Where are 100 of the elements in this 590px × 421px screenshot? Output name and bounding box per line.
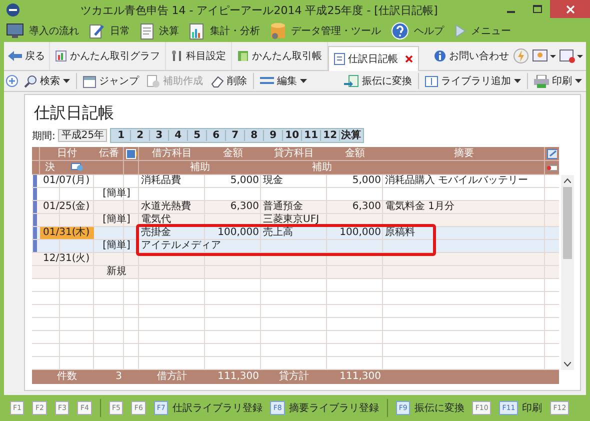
column-header: 補助 [189,161,211,174]
account-cell-text: 売掛金 [140,227,172,239]
scrollbar[interactable] [561,175,574,370]
tools-icon [171,50,183,62]
entry-type-cell-text: [簡単] [102,188,132,200]
toolbar-button[interactable]: 編集 [258,74,309,88]
pen-icon [89,23,105,39]
tab[interactable]: 科目設定 [166,42,232,70]
scroll-down-icon[interactable] [564,362,571,367]
caret-icon [63,79,70,83]
month-button[interactable]: 12 [321,130,340,141]
column-header: 貸方科目 [273,147,315,160]
amount-cell-text: 6,300 [351,201,382,213]
contact-button[interactable]: お問い合わせ [434,49,509,63]
month-button[interactable]: 11 [302,130,322,141]
screen-dropdown-icon[interactable] [532,49,556,63]
scroll-up-icon[interactable] [564,178,571,183]
month-button[interactable]: 1 [112,130,132,141]
document-icon [334,52,345,64]
info-icon [434,50,446,62]
count-label: 件数 [56,370,78,383]
chart-icon [55,50,67,62]
book-icon [237,50,249,62]
page-title: 仕訳日記帳 [34,103,115,124]
month-button[interactable]: 6 [207,130,226,141]
amount-cell-text: 100,000 [216,227,260,239]
credit-total-label: 貸方計 [278,370,310,383]
edit-icon[interactable] [547,148,557,158]
toolbar-button[interactable]: 検索 [22,74,72,88]
card-icon[interactable] [126,148,137,158]
month-button[interactable]: 8 [245,130,264,141]
account-cell-text: 現金 [262,175,284,187]
bar-chart-icon [189,22,205,40]
column-header: 伝番 [98,147,120,160]
month-button[interactable]: 3 [150,130,170,141]
list-icon [260,76,274,86]
closing-button[interactable]: 決算 [340,130,362,141]
month-button[interactable]: 2 [131,130,150,141]
account-cell-text: 消耗品費 [140,175,182,187]
column-header: 決 [44,161,56,174]
close-tab-icon[interactable] [405,54,413,62]
menu-item[interactable]: メニュー [454,24,511,38]
menu-item[interactable]: 決算 [140,22,179,40]
toolbar-button[interactable]: ライブラリ追加 [423,74,523,88]
menu-item[interactable]: 日常 [89,23,130,39]
book-icon [425,74,438,88]
function-key-label: 振伝に変換 [414,402,464,415]
credit-total-value: 111,300 [338,370,382,383]
date-cell-text: 01/25(金) [42,201,91,213]
maximize-icon [532,5,542,13]
month-button[interactable]: 7 [226,130,246,141]
memo-cell-text: 原稿料 [384,227,416,239]
amount-cell-text: 100,000 [338,227,382,239]
window-remove-icon[interactable] [559,49,583,63]
new-entry-cell[interactable]: 新規 [94,266,139,278]
menu-item[interactable]: 導入の流れ [6,23,79,39]
play-icon [454,24,466,38]
column-header: 摘要 [453,147,475,160]
toolbar-button[interactable]: 削除 [209,74,249,88]
year-button[interactable]: 平成25年 [58,129,108,142]
account-cell-text: 売上高 [262,227,294,239]
column-header: 補助 [311,161,333,174]
document-add-icon [147,74,160,88]
back-button[interactable]: 戻る [4,42,50,70]
database-icon [270,22,286,40]
close-icon [566,4,574,14]
comment-icon[interactable] [71,163,83,172]
debit-total-label: 借方計 [156,370,188,383]
scroll-thumb[interactable] [563,187,572,259]
printer-icon [534,74,549,88]
month-button[interactable]: 9 [264,130,284,141]
amount-cell-text: 6,300 [229,201,260,213]
app-logo-icon [6,3,20,17]
function-key-label: 摘要ライブラリ登録 [288,402,379,415]
menu-item[interactable]: ヘルプ [391,22,444,40]
tag-icon[interactable] [547,164,557,170]
tab[interactable]: かんたん取引グラフ [50,42,166,70]
add-icon[interactable] [6,75,18,87]
month-button[interactable]: 4 [169,130,188,141]
count-value: 3 [114,370,123,383]
menu-item[interactable]: データ管理・ツール [270,22,381,40]
toolbar-button[interactable]: 印刷 [532,74,584,88]
close-button[interactable] [550,0,590,18]
caret-icon [575,79,582,83]
menu-item[interactable]: 集計・分析 [189,22,260,40]
tab[interactable]: 仕訳日記帳 [328,46,419,70]
toolbar-button[interactable]: ジャンプ [81,74,141,88]
period-label: 期間: [32,130,56,142]
month-button[interactable]: 5 [188,130,208,141]
caret-icon [514,79,521,83]
window-title: ツカエル青色申告 14 - アイピーアール2014 平成25年度 - [仕訳日記帳] [79,2,439,18]
date-cell-text: 12/31(火) [42,253,91,265]
account-cell-text: 普通預金 [262,201,304,213]
sub-account-cell-text: 電気代 [140,214,172,226]
entry-type-cell-text: [簡単] [102,240,132,252]
memo-cell-text: 電気料金 1月分 [384,201,456,213]
toolbar-button[interactable]: 振伝に変換 [342,74,414,88]
month-button[interactable]: 10 [283,130,302,141]
column-header: 日付 [56,147,78,160]
convert-icon [344,74,359,88]
